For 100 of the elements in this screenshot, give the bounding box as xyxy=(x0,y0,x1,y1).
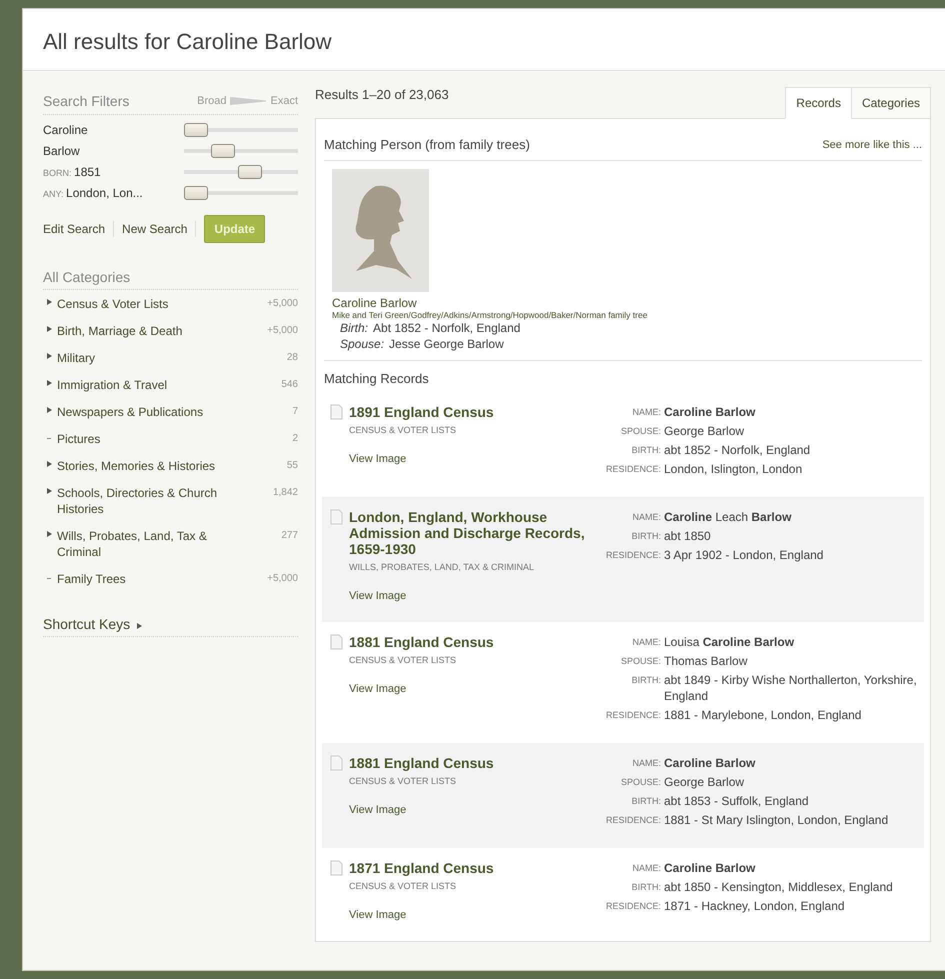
category-link[interactable]: Birth, Marriage & Death xyxy=(57,323,268,339)
category-count: 546 xyxy=(281,378,298,392)
field-label: NAME: xyxy=(631,757,661,770)
category-count: 277 xyxy=(281,529,298,543)
field-label: BIRTH: xyxy=(630,444,661,457)
expand-icon[interactable] xyxy=(47,461,52,467)
field-label: BIRTH: xyxy=(630,795,661,808)
field-value: 1881 - Marylebone, London, England xyxy=(664,707,862,723)
person-name-link[interactable]: Caroline Barlow xyxy=(332,296,914,310)
view-image-link[interactable]: View Image xyxy=(349,683,494,695)
fact-value: Jesse George Barlow xyxy=(389,337,504,351)
field-label: SPOUSE: xyxy=(620,655,661,668)
search-link[interactable]: Edit Search xyxy=(43,222,106,236)
record-category: CENSUS & VOTER LISTS xyxy=(349,881,458,891)
field-label: SPOUSE: xyxy=(620,425,661,438)
categories-heading: All Categories xyxy=(43,269,298,290)
category-link[interactable]: Census & Voter Lists xyxy=(57,296,268,312)
slider-thumb[interactable] xyxy=(238,164,262,178)
results-count: Results 1–20 of 23,063 xyxy=(315,87,449,102)
filter-value: Caroline xyxy=(43,122,89,136)
slider-thumb[interactable] xyxy=(184,186,208,200)
category-count: 2 xyxy=(292,432,298,446)
field-value: 1881 - St Mary Islington, London, England xyxy=(664,812,890,828)
expand-icon[interactable] xyxy=(47,353,52,359)
category-link[interactable]: Immigration & Travel xyxy=(57,377,282,393)
field-label: NAME: xyxy=(631,636,661,649)
record-title-link[interactable]: 1891 England Census xyxy=(349,404,494,420)
field-label: BIRTH: xyxy=(630,674,661,687)
field-label: BIRTH: xyxy=(630,530,661,543)
document-icon xyxy=(330,860,343,876)
field-value: abt 1850 xyxy=(664,528,712,544)
category-link[interactable]: Wills, Probates, Land, Tax & Criminal xyxy=(57,528,282,560)
field-value: 3 Apr 1902 - London, England xyxy=(664,547,824,563)
category-count: +5,000 xyxy=(267,297,298,311)
category-count: 1,842 xyxy=(272,486,298,500)
shortcut-keys-link[interactable]: Shortcut Keys xyxy=(43,616,298,637)
category-count: 28 xyxy=(286,351,298,365)
field-value: Caroline Barlow xyxy=(664,404,756,420)
field-value: George Barlow xyxy=(664,423,746,439)
category-link[interactable]: Military xyxy=(57,350,287,366)
field-label: SPOUSE: xyxy=(620,776,661,789)
record-title-link[interactable]: 1881 England Census xyxy=(349,755,494,771)
expand-icon[interactable] xyxy=(47,488,52,494)
category-link[interactable]: Schools, Directories & Church Histories xyxy=(57,485,273,517)
field-value: abt 1849 - Kirby Wishe Northallerton, Yorkshire, England xyxy=(664,672,918,704)
filters-heading: Search Filters xyxy=(43,93,130,109)
record-title-link[interactable]: 1881 England Census xyxy=(349,634,494,650)
field-value: Thomas Barlow xyxy=(664,653,748,669)
filter-value: Barlow xyxy=(43,144,81,158)
expand-icon[interactable] xyxy=(47,380,52,386)
field-label: RESIDENCE: xyxy=(604,549,661,562)
document-icon xyxy=(330,509,343,525)
matching-records-heading: Matching Records xyxy=(324,370,430,388)
filter-value: BORN: 1851 xyxy=(43,164,102,178)
record-category: WILLS, PROBATES, LAND, TAX & CRIMINAL xyxy=(349,562,536,572)
see-more-link[interactable]: See more like this ... xyxy=(822,138,922,150)
expand-icon[interactable] xyxy=(47,326,52,332)
category-link[interactable]: Family Trees xyxy=(57,571,268,587)
category-link[interactable]: Pictures xyxy=(57,431,292,447)
field-value: abt 1852 - Norfolk, England xyxy=(664,442,812,458)
fact-value: Abt 1852 - Norfolk, England xyxy=(373,321,520,335)
document-icon xyxy=(330,755,343,771)
category-count: +5,000 xyxy=(267,324,298,338)
category-count: +5,000 xyxy=(267,572,298,586)
expand-icon[interactable] xyxy=(47,531,52,537)
fact-label: Birth: xyxy=(340,321,368,335)
record-title-link[interactable]: 1871 England Census xyxy=(349,860,494,876)
expand-icon[interactable] xyxy=(47,407,52,413)
slider-thumb[interactable] xyxy=(211,144,235,158)
fact-label: Spouse: xyxy=(340,337,384,351)
field-value: abt 1853 - Suffolk, England xyxy=(664,793,810,809)
view-image-link[interactable]: View Image xyxy=(349,453,494,465)
broad-label: Broad xyxy=(197,95,226,107)
field-value: Louisa Caroline Barlow xyxy=(664,634,796,650)
results-tab[interactable]: Categories xyxy=(850,87,931,119)
expand-icon[interactable] xyxy=(47,299,52,305)
view-image-link[interactable]: View Image xyxy=(349,804,494,816)
filter-value: ANY: London, Lon... xyxy=(43,186,144,200)
family-tree-link[interactable]: Mike and Teri Green/Godfrey/Adkins/Armstrong/Hopwood/Baker/Norman family tree xyxy=(332,310,914,320)
record-title-link[interactable]: London, England, Workhouse Admission and Discharge Records, 1659-1930 xyxy=(349,509,605,557)
record-category: CENSUS & VOTER LISTS xyxy=(349,425,458,435)
field-value: abt 1850 - Kensington, Middlesex, England xyxy=(664,879,894,895)
category-link[interactable]: Newspapers & Publications xyxy=(57,404,292,420)
category-link[interactable]: Stories, Memories & Histories xyxy=(57,458,287,474)
field-value: Caroline Barlow xyxy=(664,755,756,771)
results-tab[interactable]: Records xyxy=(785,87,852,119)
field-label: BIRTH: xyxy=(630,881,661,894)
slider-thumb[interactable] xyxy=(184,122,208,136)
search-link[interactable]: New Search xyxy=(122,222,188,236)
field-label: RESIDENCE: xyxy=(604,709,661,722)
matching-person-heading: Matching Person (from family trees) xyxy=(324,137,530,152)
field-value: Caroline Barlow xyxy=(664,860,756,876)
view-image-link[interactable]: View Image xyxy=(349,909,494,921)
field-value: 1871 - Hackney, London, England xyxy=(664,898,846,914)
field-label: NAME: xyxy=(631,862,661,875)
field-label: RESIDENCE: xyxy=(604,900,661,913)
field-value: George Barlow xyxy=(664,774,746,790)
view-image-link[interactable]: View Image xyxy=(349,590,605,602)
category-count: 7 xyxy=(292,405,298,419)
field-value: London, Islington, London xyxy=(664,461,804,477)
